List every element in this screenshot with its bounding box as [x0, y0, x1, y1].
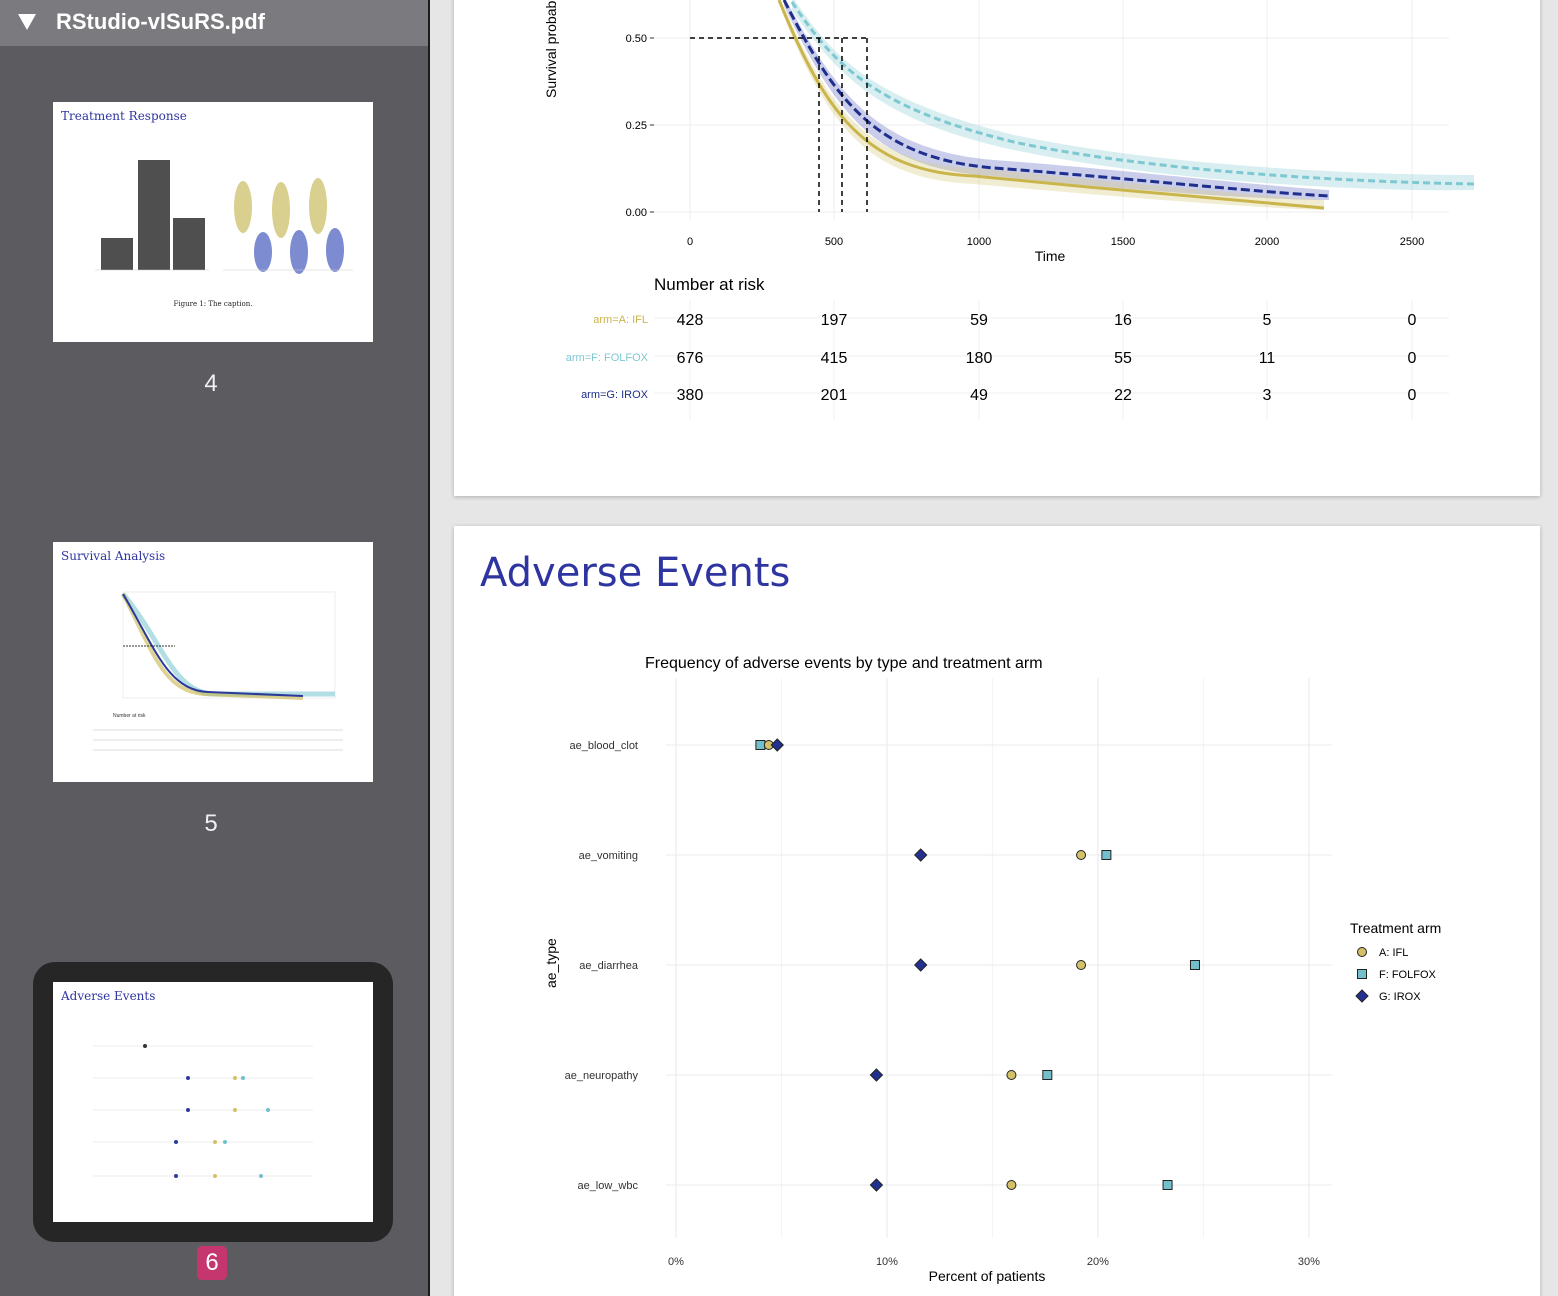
legend: A: IFL F: FOLFOX G: IROX	[1355, 947, 1437, 1003]
thumb-figure	[93, 1044, 313, 1178]
risk-cell: 0	[1408, 312, 1417, 329]
x-tick-label: 30%	[1298, 1256, 1320, 1268]
y-axis-label: ae_type	[543, 938, 559, 988]
page-number-5: 5	[204, 810, 218, 837]
survival-y-tick: 0.25	[626, 120, 647, 132]
y-tick-label: ae_neuropathy	[565, 1070, 639, 1082]
survival-x-tick: 2000	[1255, 236, 1279, 248]
x-tick-labels: 0% 10% 20% 30%	[668, 1256, 1320, 1268]
risk-cell: 16	[1114, 312, 1132, 329]
y-tick-label: ae_vomiting	[579, 850, 638, 862]
risk-cell: 11	[1259, 350, 1276, 367]
point-square	[1189, 960, 1200, 970]
survival-y-tick: 0.50	[626, 33, 647, 45]
risk-cell: 5	[1263, 312, 1272, 329]
legend-label: F: FOLFOX	[1379, 969, 1437, 981]
risk-cell: 59	[970, 312, 988, 329]
risk-cell: 197	[821, 312, 848, 329]
document-view[interactable]: 0.50 0.25 0.00 0 500 1000 1500 2000 2500 Surviva…	[430, 0, 1558, 1296]
point-circle	[1006, 1070, 1017, 1080]
page-thumbnail-5[interactable]: Survival Analysis Number at risk	[53, 542, 373, 782]
survival-x-tick: 2500	[1400, 236, 1424, 248]
page-number-4: 4	[204, 370, 218, 397]
risk-row-label: arm=F: FOLFOX	[566, 352, 649, 364]
legend-title: Treatment arm	[1350, 920, 1441, 936]
y-tick-label: ae_diarrhea	[579, 960, 639, 972]
point-square	[1101, 850, 1112, 860]
y-tick-labels: ae_blood_clot ae_vomiting ae_diarrhea ae_ne…	[565, 740, 639, 1192]
thumb-caption: Figure 1: The caption.	[173, 300, 253, 308]
risk-table: arm=A: IFL 428 197 59 16 5 0 arm=F: FOLFOX 676 41…	[566, 300, 1449, 420]
page-number-6-badge: 6	[197, 1246, 227, 1280]
risk-cell: 676	[677, 350, 704, 367]
risk-row-label: arm=G: IROX	[581, 389, 649, 401]
risk-cell: 380	[677, 387, 704, 404]
point-diamond	[869, 1178, 884, 1192]
adverse-events-chart: Frequency of adverse events by type and …	[543, 655, 1441, 1284]
y-tick-label: ae_low_wbc	[577, 1180, 638, 1192]
point-circle	[1006, 1180, 1017, 1190]
risk-cell: 0	[1408, 350, 1417, 367]
thumb-figure: Number at risk	[93, 591, 343, 751]
risk-cell: 49	[970, 387, 988, 404]
disclosure-triangle-icon[interactable]	[18, 14, 36, 30]
risk-table-title: Number at risk	[654, 275, 765, 294]
risk-cell: 428	[677, 312, 704, 329]
risk-row-label: arm=A: IFL	[593, 314, 648, 326]
legend-label: A: IFL	[1379, 947, 1408, 959]
chart-grid	[666, 678, 1332, 1238]
point-diamond	[869, 1068, 884, 1082]
point-square	[1162, 1180, 1173, 1190]
point-diamond	[914, 848, 928, 862]
survival-x-tick: 500	[825, 236, 843, 248]
legend-key-diamond	[1355, 989, 1369, 1003]
y-tick-label: ae_blood_clot	[569, 740, 638, 752]
survival-x-tick: 0	[687, 236, 693, 248]
page-thumbnail-4[interactable]: Treatment Response Figure 1: The caption…	[53, 102, 373, 342]
x-tick-label: 10%	[876, 1256, 898, 1268]
thumbnail-sidebar: RStudio-vlSuRS.pdf Treatment Response Fi…	[0, 0, 428, 1296]
x-tick-label: 0%	[668, 1256, 684, 1268]
point-square	[755, 740, 766, 750]
x-axis-label: Percent of patients	[929, 1268, 1046, 1284]
document-title: RStudio-vlSuRS.pdf	[56, 9, 265, 34]
risk-cell: 201	[821, 387, 848, 404]
survival-x-label: Time	[1035, 248, 1066, 264]
sidebar-header[interactable]: RStudio-vlSuRS.pdf	[0, 0, 428, 46]
page-6: Adverse Events Frequency of adverse even…	[454, 526, 1540, 1296]
point-circle	[1076, 850, 1087, 860]
svg-text:Number at risk: Number at risk	[113, 713, 146, 719]
point-circle	[1076, 960, 1087, 970]
point-diamond	[914, 958, 928, 972]
survival-plot: 0.500.250.000 500 1000 1500 2000 2500 Surviva…	[543, 0, 1475, 420]
slide-title: Adverse Events	[480, 550, 791, 596]
survival-x-tick: 1000	[967, 236, 991, 248]
risk-cell: 55	[1114, 350, 1132, 367]
legend-label: G: IROX	[1379, 991, 1421, 1003]
point-square	[1042, 1070, 1053, 1080]
survival-y-label: Survival probab	[543, 1, 559, 98]
x-tick-label: 20%	[1087, 1256, 1109, 1268]
page-5: 0.50 0.25 0.00 0 500 1000 1500 2000 2500 Surviva…	[454, 0, 1540, 496]
risk-cell: 415	[821, 350, 848, 367]
survival-y-tick: 0.00	[626, 207, 647, 219]
chart-title: Frequency of adverse events by type and …	[645, 655, 1043, 672]
risk-cell: 3	[1263, 387, 1272, 404]
legend-key-circle	[1357, 947, 1367, 957]
risk-cell: 180	[966, 350, 993, 367]
risk-cell: 0	[1408, 387, 1417, 404]
page-thumbnail-6[interactable]: Adverse Events	[53, 982, 373, 1222]
risk-cell: 22	[1114, 387, 1132, 404]
survival-x-tick: 1500	[1111, 236, 1135, 248]
legend-key-square	[1357, 969, 1367, 979]
